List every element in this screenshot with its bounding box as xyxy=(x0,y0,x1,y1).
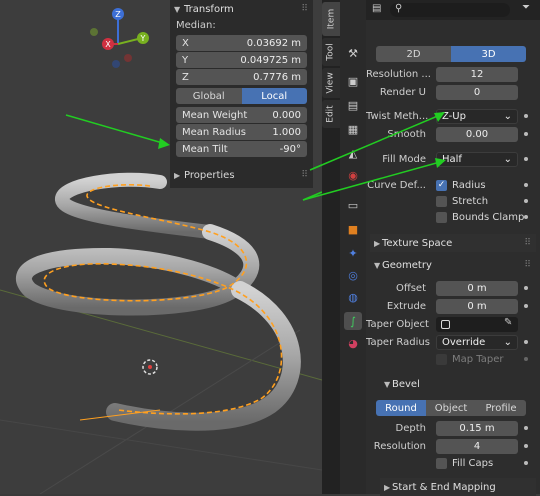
offset-field[interactable]: 0 m xyxy=(436,280,518,296)
object-icon xyxy=(441,319,450,329)
tab-tool[interactable]: Tool xyxy=(322,38,340,66)
global-toggle[interactable]: Global xyxy=(176,88,242,104)
render-icon[interactable]: ▣ xyxy=(344,72,362,90)
properties-search-input[interactable]: ⚲ xyxy=(390,3,510,17)
chevron-down-icon: ▼ xyxy=(174,4,181,14)
animate-dot-icon[interactable] xyxy=(524,157,528,161)
curve-data-icon[interactable]: ∫ xyxy=(344,312,362,330)
bevel-panel-header[interactable]: ▼ Bevel xyxy=(380,375,536,393)
animate-dot-icon[interactable] xyxy=(524,183,528,187)
animate-dot-icon[interactable] xyxy=(524,426,528,430)
editor-type-icon[interactable]: ▤ xyxy=(372,3,381,14)
properties-header[interactable]: ▶ Properties ⠿ xyxy=(170,166,313,184)
chevron-right-icon: ▶ xyxy=(374,238,381,248)
curve-tube-middle xyxy=(16,224,260,316)
texture-space-panel[interactable]: ▶ Texture Space ⠿ xyxy=(370,234,536,252)
chevron-down-icon: ⌄ xyxy=(503,110,512,122)
drag-grip-icon: ⠿ xyxy=(524,260,531,270)
gizmo-x-label: X xyxy=(105,40,111,49)
median-x-field[interactable]: X 0.03692 m xyxy=(176,35,307,51)
animate-dot-icon[interactable] xyxy=(524,461,528,465)
sidebar-tabs: Item Tool View Edit xyxy=(322,0,340,494)
map-taper-checkbox[interactable]: Map Taper xyxy=(436,351,503,367)
bevel-resolution-label: Resolution xyxy=(373,440,426,452)
properties-header-bar: ▤ ⚲ ⏷ xyxy=(366,0,540,20)
extrude-field[interactable]: 0 m xyxy=(436,298,518,314)
taper-radius-label: Taper Radius xyxy=(366,336,430,348)
chevron-down-icon: ▼ xyxy=(374,260,381,270)
resolution-u-field[interactable]: 12 xyxy=(436,66,518,82)
chevron-down-icon: ⌄ xyxy=(503,153,512,165)
2d-button[interactable]: 2D xyxy=(376,46,451,62)
animate-dot-icon[interactable] xyxy=(524,215,528,219)
animate-dot-icon[interactable] xyxy=(524,357,528,361)
animate-dot-icon[interactable] xyxy=(524,340,528,344)
navigation-gizmo[interactable]: Z Y X xyxy=(88,4,158,74)
fill-caps-checkbox[interactable]: Fill Caps xyxy=(436,455,493,471)
chevron-right-icon: ▶ xyxy=(384,482,391,492)
transform-title: Transform xyxy=(184,3,234,15)
modifier-icon[interactable]: ✦ xyxy=(344,244,362,262)
object-icon[interactable]: ■ xyxy=(344,220,362,238)
mean-radius-field[interactable]: Mean Radius 1.000 xyxy=(176,124,307,140)
taper-object-label: Taper Object xyxy=(366,318,429,330)
bounds-clamp-checkbox[interactable]: Bounds Clamp xyxy=(436,209,524,225)
search-icon: ⚲ xyxy=(395,3,403,14)
bevel-mode-toggle: Round Object Profile xyxy=(376,400,526,416)
tab-item[interactable]: Item xyxy=(322,2,340,36)
sidebar-transform-panel: ▼ Transform ⠿ Median: X 0.03692 m Y 0.0497… xyxy=(170,0,313,188)
physics-icon[interactable]: ◍ xyxy=(344,288,362,306)
bevel-depth-label: Depth xyxy=(395,422,426,434)
tab-view[interactable]: View xyxy=(322,68,340,98)
gizmo-y-label: Y xyxy=(140,34,146,43)
drag-grip-icon[interactable]: ⠿ xyxy=(301,4,308,14)
animate-dot-icon[interactable] xyxy=(524,286,528,290)
offset-label: Offset xyxy=(395,282,426,294)
animate-dot-icon[interactable] xyxy=(524,199,528,203)
filter-icon[interactable]: ⏷ xyxy=(522,2,530,13)
curve-dimension-toggle: 2D 3D xyxy=(376,46,526,62)
animate-dot-icon[interactable] xyxy=(524,132,528,136)
local-toggle[interactable]: Local xyxy=(241,88,307,104)
median-z-field[interactable]: Z 0.7776 m xyxy=(176,69,307,85)
render-u-label: Render U xyxy=(379,86,426,98)
annotation-arrows xyxy=(302,112,446,201)
taper-radius-dropdown[interactable]: Override ⌄ xyxy=(436,334,518,350)
median-y-field[interactable]: Y 0.049725 m xyxy=(176,52,307,68)
eyedropper-icon[interactable]: ✎ xyxy=(504,317,512,328)
bevel-round-button[interactable]: Round xyxy=(376,400,426,416)
bevel-profile-button[interactable]: Profile xyxy=(476,400,526,416)
transform-header[interactable]: ▼ Transform ⠿ xyxy=(170,0,313,18)
render-u-field[interactable]: 0 xyxy=(436,84,518,100)
extrude-label: Extrude xyxy=(386,300,426,312)
animate-dot-icon[interactable] xyxy=(524,114,528,118)
bevel-object-button[interactable]: Object xyxy=(426,400,476,416)
mean-tilt-field[interactable]: Mean Tilt -90° xyxy=(176,141,307,157)
particles-icon[interactable]: ◎ xyxy=(344,266,362,284)
bevel-resolution-field[interactable]: 4 xyxy=(436,438,518,454)
bevel-depth-field[interactable]: 0.15 m xyxy=(436,420,518,436)
gizmo-z-label: Z xyxy=(115,10,121,19)
material-icon[interactable]: ◕ xyxy=(344,334,362,352)
properties-editor: 2D 3D Resolution ... 12 Render U 0 Twist… xyxy=(366,0,540,496)
drag-grip-icon: ⠿ xyxy=(524,238,531,248)
animate-dot-icon[interactable] xyxy=(524,444,528,448)
chevron-right-icon: ▶ xyxy=(174,170,181,180)
geometry-panel-header[interactable]: ▼ Geometry ⠿ xyxy=(370,256,536,274)
chevron-down-icon: ▼ xyxy=(384,379,391,389)
median-label: Median: xyxy=(176,20,216,31)
mean-weight-field[interactable]: Mean Weight 0.000 xyxy=(176,107,307,123)
annotation-arrow xyxy=(65,114,167,145)
3d-button[interactable]: 3D xyxy=(451,46,526,62)
start-end-mapping-panel[interactable]: ▶ Start & End Mapping xyxy=(380,478,536,496)
properties-tab-icons: ⚒ ▣ ▤ ▦ ◭ ◉ ▭ ■ ✦ ◎ ◍ ∫ ◕ xyxy=(340,0,366,494)
chevron-down-icon: ⌄ xyxy=(503,336,512,348)
animate-dot-icon[interactable] xyxy=(524,304,528,308)
tool-icon[interactable]: ⚒ xyxy=(344,44,362,62)
resolution-u-label: Resolution ... xyxy=(366,68,430,80)
